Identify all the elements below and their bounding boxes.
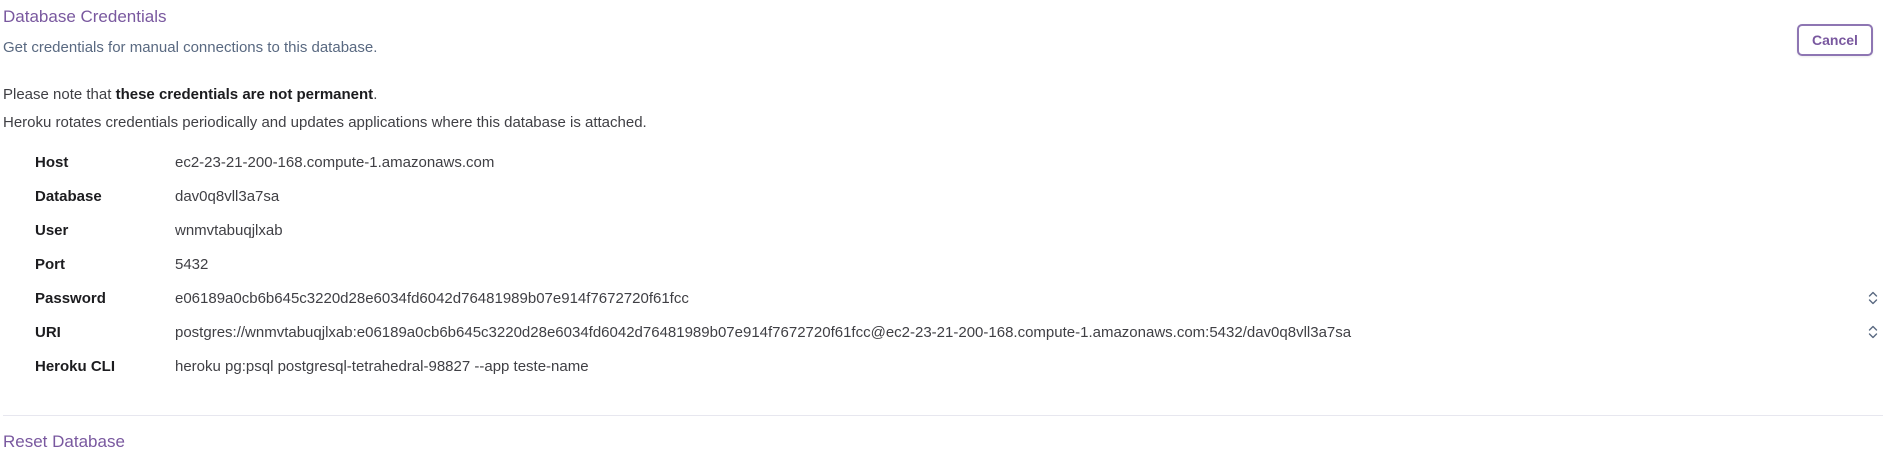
credential-row-host: Host ec2-23-21-200-168.compute-1.amazona…: [35, 145, 1880, 179]
reset-database-title: Reset Database: [3, 432, 125, 451]
credentials-notice: Please note that these credentials are n…: [3, 86, 377, 103]
credential-label: Database: [35, 187, 102, 205]
credential-row-uri: URI postgres://wnmvtabuqjlxab:e06189a0cb…: [35, 315, 1880, 349]
credential-row-password: Password e06189a0cb6b645c3220d28e6034fd6…: [35, 281, 1880, 315]
section-divider: [3, 415, 1883, 416]
cancel-button[interactable]: Cancel: [1797, 24, 1873, 56]
section-title: Database Credentials: [3, 7, 167, 26]
credential-value[interactable]: e06189a0cb6b645c3220d28e6034fd6042d76481…: [175, 290, 689, 307]
notice-suffix: .: [373, 86, 378, 103]
credential-value[interactable]: wnmvtabuqjlxab: [175, 222, 283, 239]
credential-value[interactable]: heroku pg:psql postgresql-tetrahedral-98…: [175, 358, 589, 375]
credentials-table: Host ec2-23-21-200-168.compute-1.amazona…: [35, 145, 1880, 383]
credential-row-port: Port 5432: [35, 247, 1880, 281]
chevron-up-down-icon[interactable]: [1867, 324, 1879, 340]
credential-label: Host: [35, 153, 69, 171]
chevron-up-down-icon[interactable]: [1867, 290, 1879, 306]
notice-emphasis: these credentials are not permanent: [115, 86, 374, 103]
section-subtitle: Get credentials for manual connections t…: [3, 39, 378, 56]
credential-value[interactable]: ec2-23-21-200-168.compute-1.amazonaws.co…: [175, 154, 494, 171]
credential-row-user: User wnmvtabuqjlxab: [35, 213, 1880, 247]
credential-row-database: Database dav0q8vll3a7sa: [35, 179, 1880, 213]
credential-label: User: [35, 221, 69, 239]
credential-label: Heroku CLI: [35, 357, 116, 375]
credential-value[interactable]: postgres://wnmvtabuqjlxab:e06189a0cb6b64…: [175, 324, 1351, 341]
credential-value[interactable]: dav0q8vll3a7sa: [175, 188, 279, 205]
credential-label: URI: [35, 323, 61, 341]
credential-value[interactable]: 5432: [175, 256, 208, 273]
rotation-detail: Heroku rotates credentials periodically …: [3, 114, 647, 131]
credential-label: Password: [35, 289, 106, 307]
notice-prefix: Please note that: [3, 86, 116, 103]
credential-label: Port: [35, 255, 65, 273]
credential-row-heroku-cli: Heroku CLI heroku pg:psql postgresql-tet…: [35, 349, 1880, 383]
